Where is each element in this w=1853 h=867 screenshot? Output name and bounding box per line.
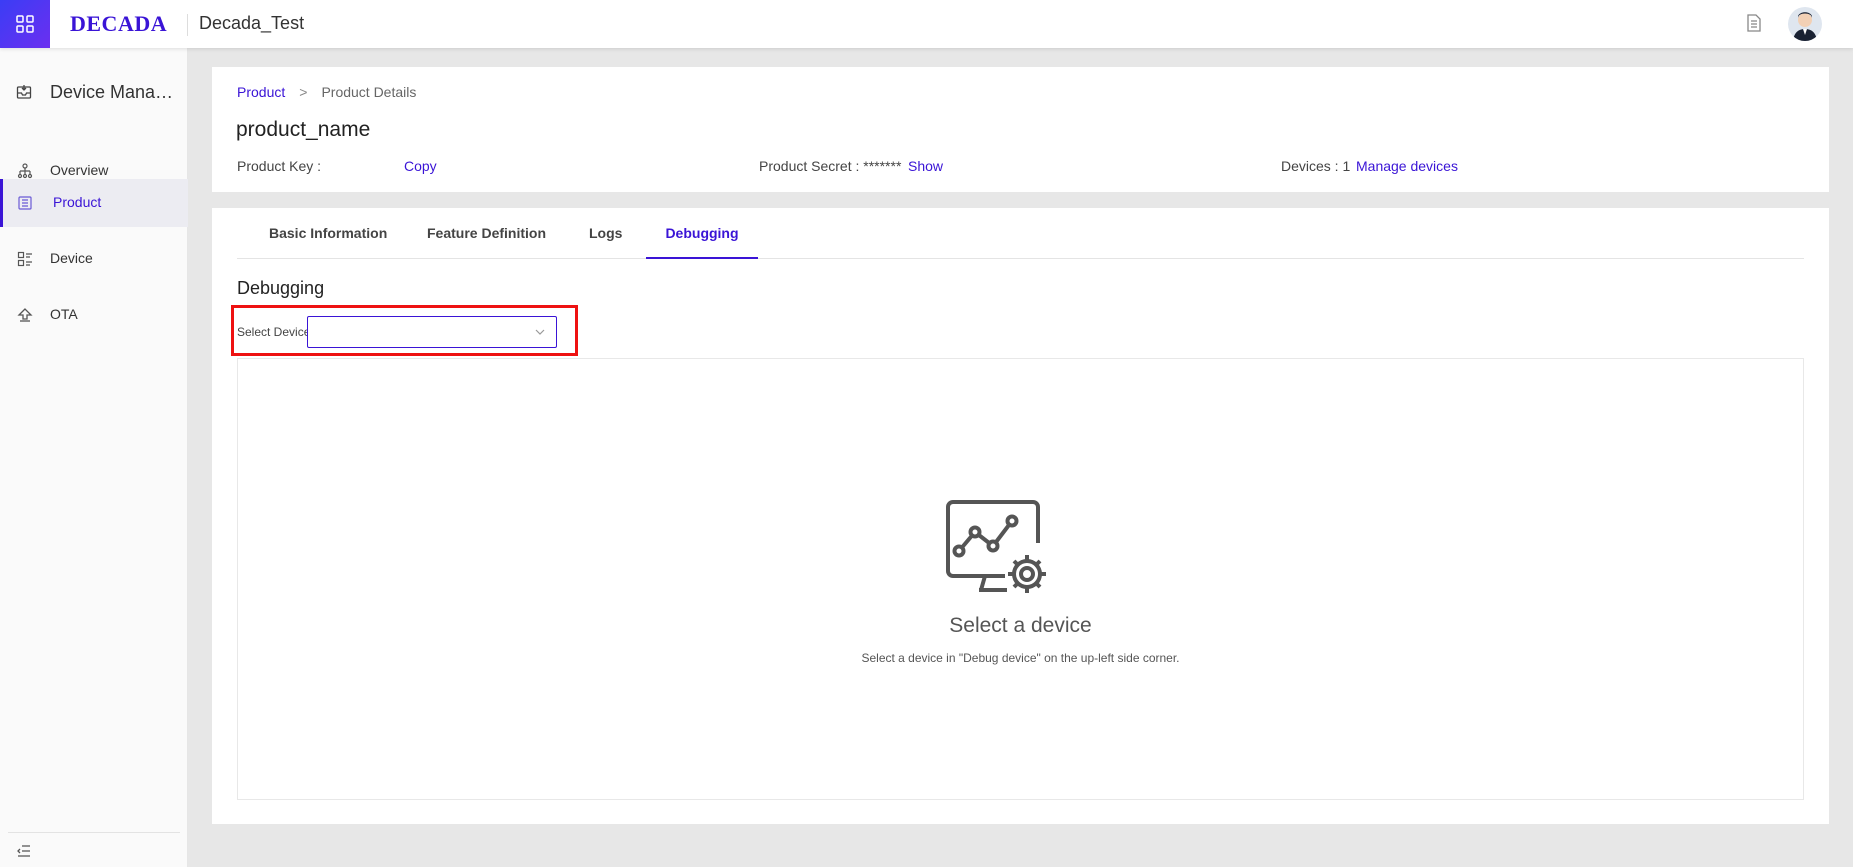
show-secret-button[interactable]: Show xyxy=(908,158,943,174)
sidebar: Device Mana… Overview Product Device OTA xyxy=(0,48,188,867)
upload-icon xyxy=(17,307,33,328)
device-list-icon xyxy=(17,251,33,272)
sidebar-item-label: Product xyxy=(53,194,102,210)
sidebar-item-label: Device xyxy=(50,250,93,266)
decada-logo[interactable]: DECADA xyxy=(70,11,167,37)
manage-devices-link[interactable]: Manage devices xyxy=(1356,158,1458,174)
product-name: product_name xyxy=(236,118,371,141)
select-device-highlight: Select Device: xyxy=(231,305,578,356)
product-secret-label: Product Secret : ******* xyxy=(759,158,902,174)
tab-basic-information[interactable]: Basic Information xyxy=(269,225,387,259)
empty-state-title: Select a device xyxy=(949,614,1092,637)
tab-feature-definition[interactable]: Feature Definition xyxy=(427,225,546,259)
tab-bar: Basic Information Feature Definition Log… xyxy=(237,208,1804,259)
sidebar-item-label: Overview xyxy=(50,162,109,178)
header-divider xyxy=(187,14,188,36)
sidebar-item-ota[interactable]: OTA xyxy=(0,291,188,339)
tab-debugging[interactable]: Debugging xyxy=(646,225,758,259)
breadcrumb-product-link[interactable]: Product xyxy=(237,84,285,100)
tab-logs[interactable]: Logs xyxy=(589,225,622,259)
sidebar-item-product[interactable]: Product xyxy=(0,179,188,227)
chevron-down-icon xyxy=(534,325,546,343)
empty-state-subtitle: Select a device in "Debug device" on the… xyxy=(861,651,1180,665)
document-icon[interactable] xyxy=(1745,13,1763,38)
copy-key-button[interactable]: Copy xyxy=(404,158,437,174)
top-bar: DECADA Decada_Test xyxy=(0,0,1853,48)
sidebar-title: Device Mana… xyxy=(50,82,174,102)
sidebar-item-device[interactable]: Device xyxy=(0,235,188,283)
monitor-settings-icon xyxy=(945,499,1051,600)
product-header-card: Product > Product Details product_name Pro… xyxy=(212,67,1829,192)
device-management-icon xyxy=(16,84,32,105)
devices-count: Devices : 1 xyxy=(1281,158,1351,174)
project-name: Decada_Test xyxy=(199,13,305,33)
breadcrumb-current: Product Details xyxy=(321,84,417,100)
sidebar-item-label: OTA xyxy=(50,306,78,322)
section-title: Debugging xyxy=(237,278,325,298)
user-avatar[interactable] xyxy=(1788,7,1822,41)
breadcrumb-separator: > xyxy=(299,84,308,100)
collapse-menu-icon[interactable] xyxy=(17,844,31,862)
breadcrumb: Product > Product Details xyxy=(237,84,416,100)
product-list-icon xyxy=(17,195,33,216)
apps-grid-icon[interactable] xyxy=(0,0,50,48)
sidebar-footer xyxy=(8,832,180,866)
sidebar-header: Device Mana… xyxy=(0,78,188,108)
product-key-label: Product Key : xyxy=(237,158,322,174)
select-device-dropdown[interactable] xyxy=(307,316,557,348)
select-device-label: Select Device: xyxy=(237,325,314,339)
